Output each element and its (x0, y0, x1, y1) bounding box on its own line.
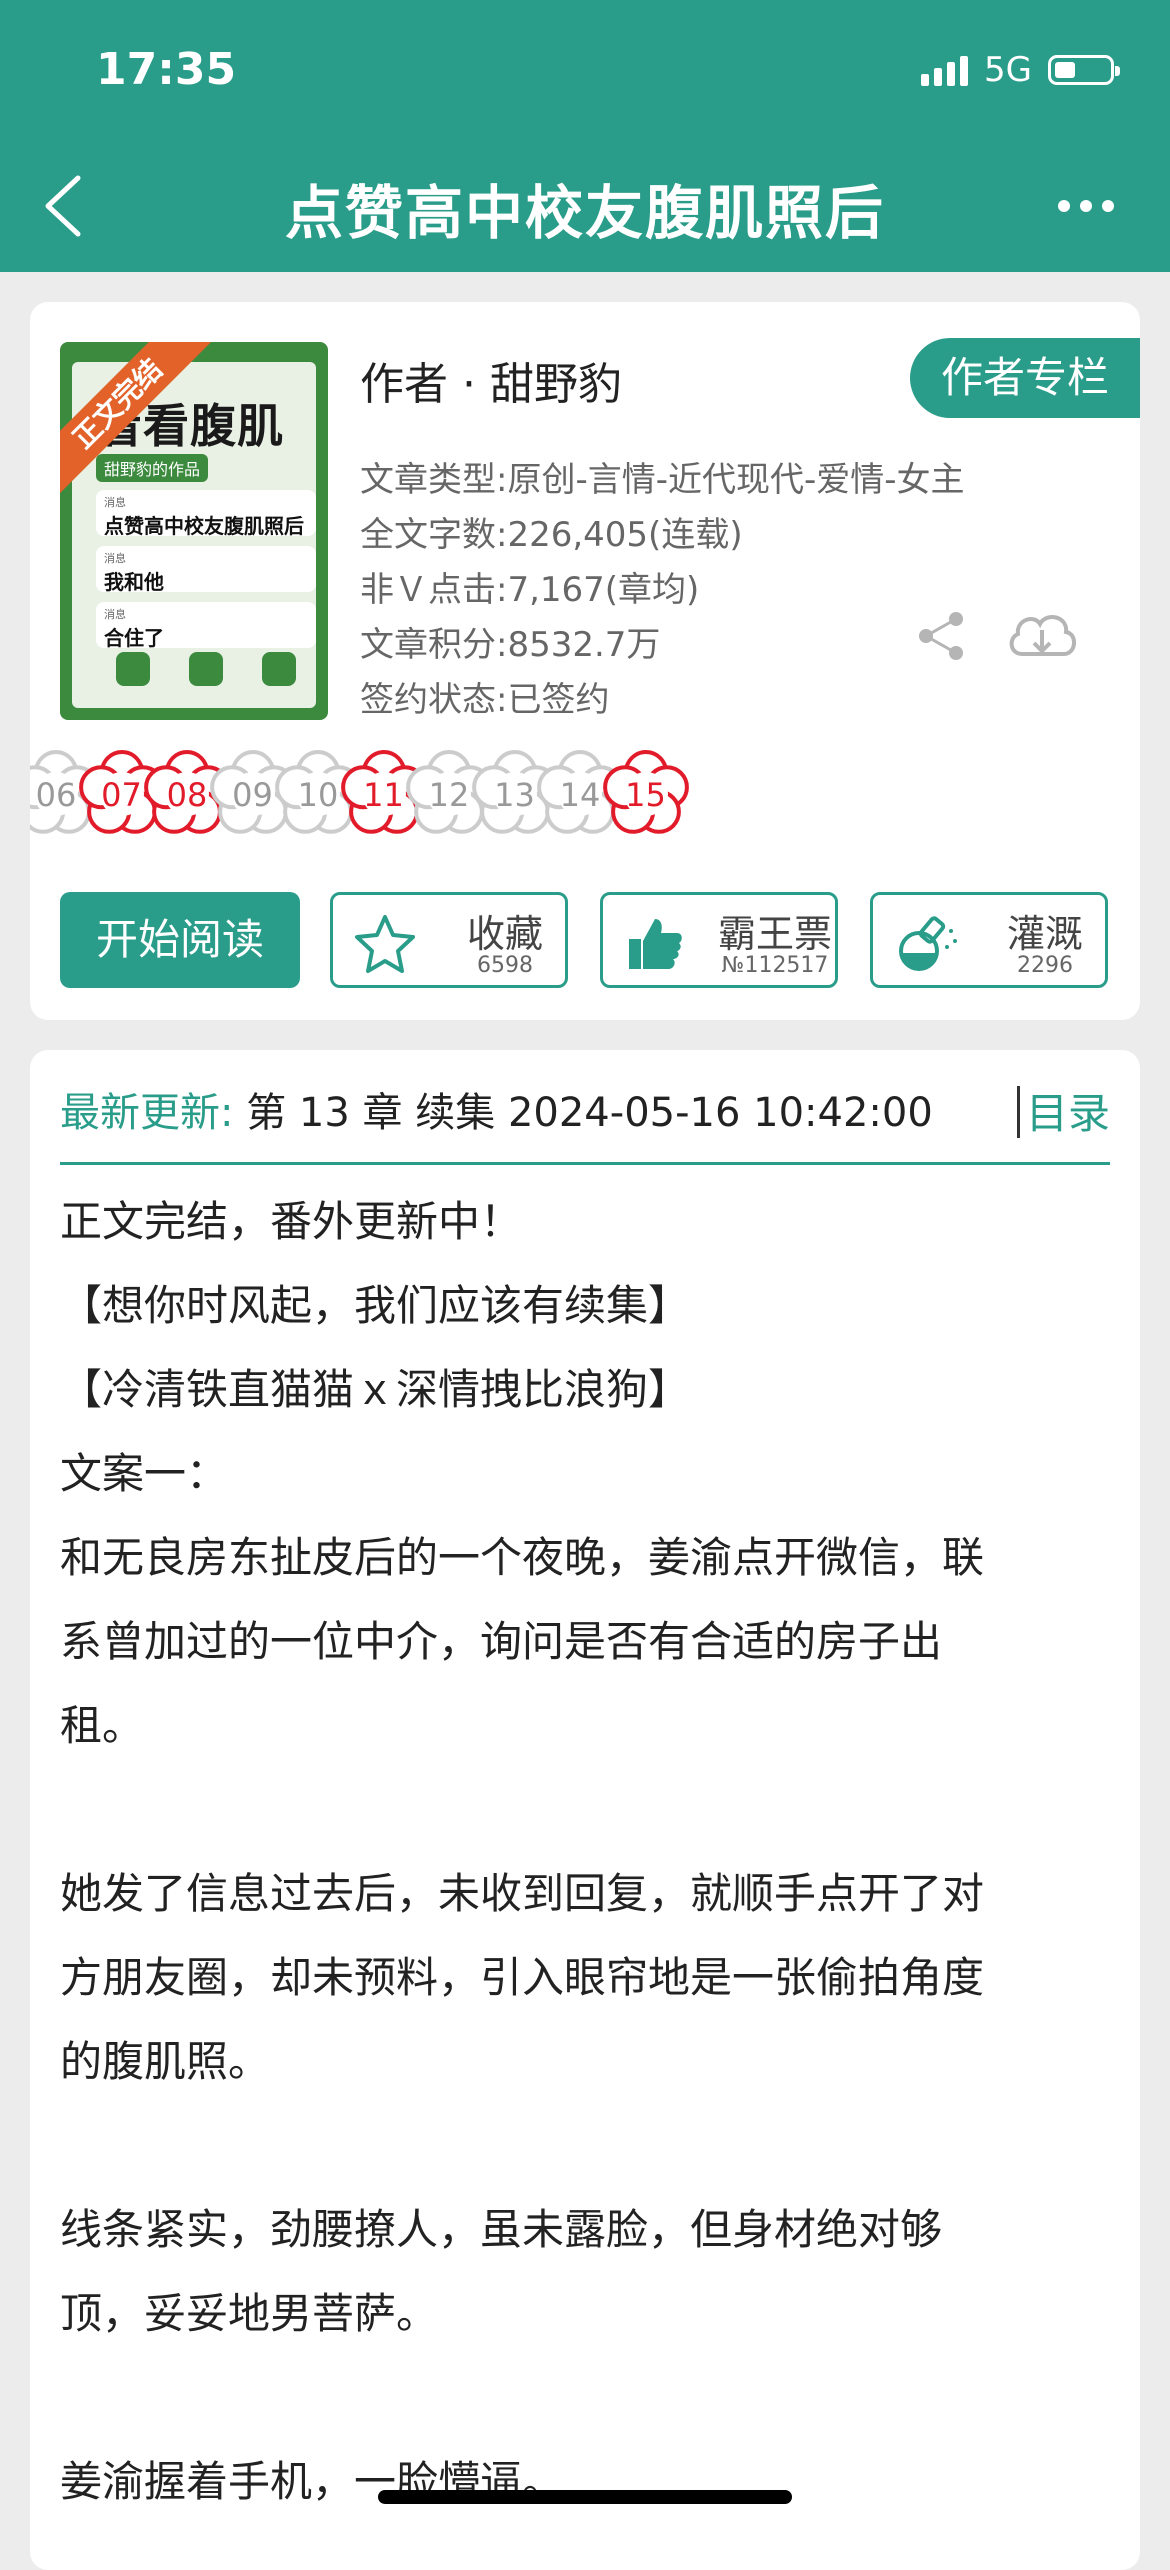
book-info-card: 看看腹肌 甜野豹的作品 消息 点赞高中校友腹肌照后 消息 我和他 消息 合住了 正文完… (30, 302, 1140, 1020)
author-name[interactable]: 作者 · 甜野豹 (360, 348, 622, 412)
cover-message: 消息 我和他 (96, 546, 316, 594)
book-description: 正文完结，番外更新中！ 【想你时风起，我们应该有续集】 【冷清铁直猫猫ｘ深情拽比浪狗… (60, 1180, 1110, 2524)
star-icon (355, 915, 415, 973)
meta-word-count: 全文字数:226,405(连载) (360, 515, 743, 555)
description-line (60, 2104, 1110, 2188)
description-line: 系曾加过的一位中介，询问是否有合适的房子出 (60, 1617, 943, 1666)
description-line: 【冷清铁直猫猫ｘ深情拽比浪狗】 (60, 1365, 691, 1414)
app-header: 17:35 5G 点赞高中校友腹肌照后 (0, 0, 1170, 272)
collect-button[interactable]: 收藏 6598 (330, 892, 568, 988)
latest-update[interactable]: 最新更新: 第 13 章 续集 2024-05-16 10:42:00 (60, 1080, 1110, 1142)
nutrient-label: 灌溉 (1006, 912, 1083, 956)
vote-button[interactable]: 霸王票 №112517 (600, 892, 838, 988)
status-indicators: 5G (921, 50, 1120, 90)
description-line (60, 2356, 1110, 2440)
description-line: 顶，妥妥地男菩萨。 (60, 2289, 439, 2338)
vote-label: 霸王票 (717, 912, 832, 956)
network-label: 5G (984, 50, 1032, 90)
status-time: 17:35 (96, 44, 237, 95)
cover-subtitle: 甜野豹的作品 (96, 454, 209, 482)
description-line: 【想你时风起，我们应该有续集】 (60, 1281, 691, 1330)
description-line: 和无良房东扯皮后的一个夜晚，姜渝点开微信，联 (60, 1533, 985, 1582)
signal-icon (921, 54, 969, 86)
latest-update-text: 第 13 章 续集 2024-05-16 10:42:00 (246, 1090, 933, 1136)
description-line: 文案一： (60, 1449, 229, 1498)
share-icon[interactable] (916, 610, 966, 662)
flower-row: 06 07 08 09 10 11 12 13 14 15 (30, 748, 1140, 848)
description-line: 她发了信息过去后，未收到回复，就顺手点开了对 (60, 1869, 985, 1918)
watering-bottle-icon (899, 916, 957, 971)
toc-separator (1017, 1086, 1020, 1138)
description-line: 的腹肌照。 (60, 2037, 271, 2086)
flower-number: 15 (625, 776, 666, 814)
meta-sign-status: 签约状态:已签约 (360, 680, 610, 720)
battery-icon (1048, 55, 1120, 85)
page-title: 点赞高中校友腹肌照后 (284, 179, 885, 247)
cover-message: 消息 点赞高中校友腹肌照后 (96, 490, 316, 538)
description-line: 线条紧实，劲腰撩人，虽未露脸，但身材绝对够 (60, 2205, 943, 2254)
flower-15[interactable]: 15 (600, 748, 692, 840)
thumbs-up-icon (629, 919, 682, 969)
latest-update-label: 最新更新: (60, 1090, 234, 1136)
collect-label: 收藏 (466, 912, 543, 956)
download-icon[interactable] (1004, 604, 1080, 666)
description-line (60, 1768, 1110, 1852)
meta-score: 文章积分:8532.7万 (360, 625, 661, 665)
author-column-button[interactable]: 作者专栏 (910, 338, 1140, 418)
divider (60, 1162, 1110, 1165)
start-reading-button[interactable]: 开始阅读 (60, 892, 300, 988)
vote-count: №112517 (721, 953, 829, 978)
nutrient-count: 2296 (1017, 953, 1073, 978)
cover-message: 消息 合住了 (96, 602, 316, 650)
collect-count: 6598 (477, 953, 533, 978)
description-line: 正文完结，番外更新中！ (60, 1197, 523, 1246)
book-cover[interactable]: 看看腹肌 甜野豹的作品 消息 点赞高中校友腹肌照后 消息 我和他 消息 合住了 正文完… (60, 342, 328, 720)
description-line: 租。 (60, 1701, 145, 1750)
nutrient-button[interactable]: 灌溉 2296 (870, 892, 1108, 988)
toc-link[interactable]: 目录 (1026, 1080, 1110, 1141)
meta-type: 文章类型:原创-言情-近代现代-爱情-女主 (360, 460, 965, 500)
meta-clicks: 非Ｖ点击:7,167(章均) (360, 570, 700, 610)
description-line: 姜渝握着手机，一脸懵逼。 (60, 2457, 565, 2506)
description-line: 方朋友圈，却未预料，引入眼帘地是一张偷拍角度 (60, 1953, 985, 2002)
description-card: 最新更新: 第 13 章 续集 2024-05-16 10:42:00 目录 正… (30, 1050, 1140, 2570)
more-options-button[interactable] (1058, 200, 1114, 212)
home-indicator (378, 2490, 792, 2504)
cover-icons (96, 652, 316, 686)
